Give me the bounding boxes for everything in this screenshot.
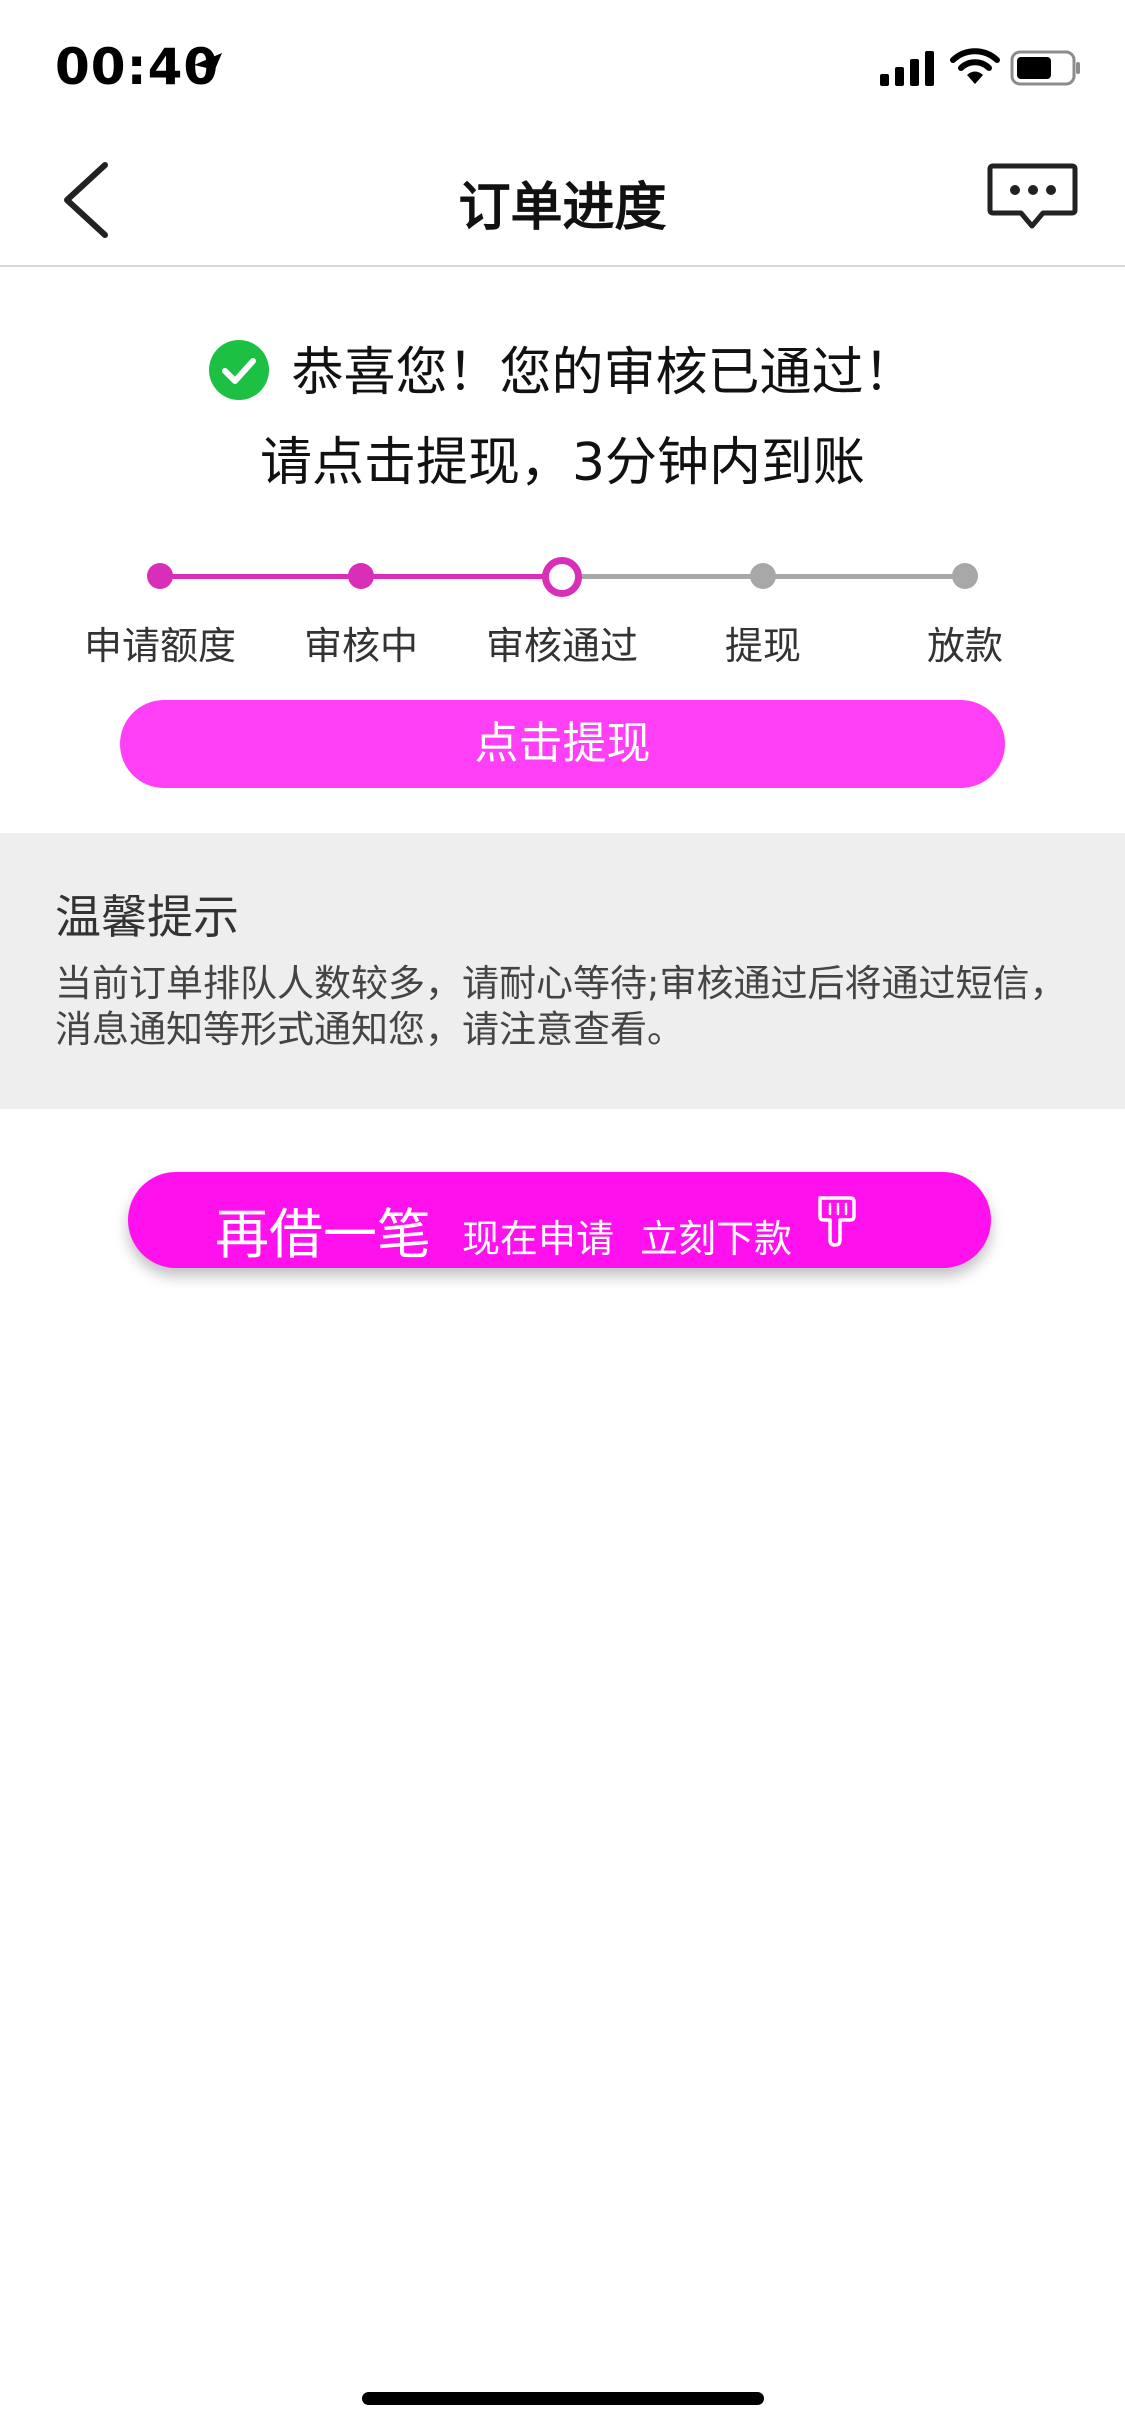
- step-node-reviewing: [348, 563, 374, 589]
- progress-stepper: 申请额度 审核中 审核通过 提现 放款: [0, 545, 1125, 668]
- home-indicator[interactable]: [362, 2392, 764, 2405]
- step-node-apply: [147, 563, 173, 589]
- step-label-reviewing: 审核中: [303, 624, 418, 668]
- borrow-again-button[interactable]: 再借一笔 现在申请 立刻下款: [128, 1172, 991, 1268]
- signal-icon: [880, 51, 934, 86]
- check-circle-icon: [209, 340, 270, 400]
- apply-now-label: 现在申请: [462, 1217, 615, 1261]
- step-label-withdraw: 提现: [724, 624, 801, 668]
- withdraw-button[interactable]: 点击提现: [120, 700, 1005, 788]
- wifi-icon: [950, 48, 1000, 84]
- instant-loan-label: 立刻下款: [640, 1217, 793, 1261]
- nav-bar: 订单进度: [0, 135, 1125, 267]
- step-label-approved: 审核通过: [485, 624, 638, 668]
- step-label-apply: 申请额度: [83, 624, 236, 668]
- withdraw-hint: 请点击提现，3分钟内到账: [259, 433, 866, 493]
- location-arrow-icon: [194, 53, 222, 81]
- tips-body: 当前订单排队人数较多，请耐心等待;审核通过后将通过短信，消息通知等形式通知您，请…: [55, 962, 1067, 1051]
- success-message: 恭喜您！您的审核已通过！: [0, 330, 1125, 406]
- message-bubble-icon[interactable]: [985, 160, 1080, 240]
- step-node-disburse: [952, 563, 978, 589]
- battery-icon: [1010, 50, 1080, 86]
- step-node-approved: [542, 557, 582, 597]
- step-label-disburse: 放款: [926, 624, 1003, 668]
- borrow-again-label: 再借一笔: [215, 1203, 431, 1266]
- tips-panel: 温馨提示 当前订单排队人数较多，请耐心等待;审核通过后将通过短信，消息通知等形式…: [0, 833, 1125, 1109]
- success-text: 恭喜您！您的审核已通过！: [291, 343, 916, 403]
- page-title: 订单进度: [458, 178, 667, 238]
- pointing-hand-icon: [818, 1196, 856, 1247]
- status-bar: 00:40: [0, 0, 1125, 135]
- step-node-withdraw: [750, 563, 776, 589]
- tips-title: 温馨提示: [55, 890, 239, 944]
